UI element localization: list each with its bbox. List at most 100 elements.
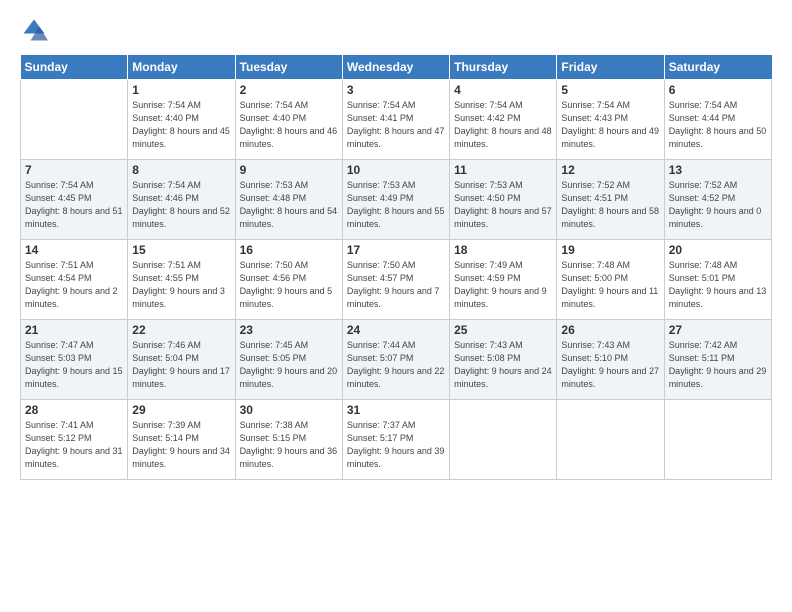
day-cell xyxy=(557,400,664,480)
day-info: Sunrise: 7:48 AM Sunset: 5:00 PM Dayligh… xyxy=(561,259,659,311)
header xyxy=(20,16,772,44)
day-number: 8 xyxy=(132,163,230,177)
day-info: Sunrise: 7:52 AM Sunset: 4:52 PM Dayligh… xyxy=(669,179,767,231)
day-info: Sunrise: 7:44 AM Sunset: 5:07 PM Dayligh… xyxy=(347,339,445,391)
page: SundayMondayTuesdayWednesdayThursdayFrid… xyxy=(0,0,792,612)
day-number: 26 xyxy=(561,323,659,337)
week-row-1: 1 Sunrise: 7:54 AM Sunset: 4:40 PM Daylig… xyxy=(21,80,772,160)
week-row-3: 14Sunrise: 7:51 AM Sunset: 4:54 PM Dayli… xyxy=(21,240,772,320)
header-cell-wednesday: Wednesday xyxy=(342,55,449,80)
day-info: Sunrise: 7:51 AM Sunset: 4:54 PM Dayligh… xyxy=(25,259,123,311)
day-number: 29 xyxy=(132,403,230,417)
day-cell: 15 Sunrise: 7:51 AM Sunset: 4:55 PM Dayli… xyxy=(128,240,235,320)
day-info: Sunrise: 7:45 AM Sunset: 5:05 PM Dayligh… xyxy=(240,339,338,391)
day-cell: 22 Sunrise: 7:46 AM Sunset: 5:04 PM Dayli… xyxy=(128,320,235,400)
day-cell: 4Sunrise: 7:54 AM Sunset: 4:42 PM Daylig… xyxy=(450,80,557,160)
day-cell: 18 Sunrise: 7:49 AM Sunset: 4:59 PM Dayli… xyxy=(450,240,557,320)
day-info: Sunrise: 7:54 AM Sunset: 4:40 PM Dayligh… xyxy=(132,99,230,151)
day-info: Sunrise: 7:43 AM Sunset: 5:08 PM Dayligh… xyxy=(454,339,552,391)
day-info: Sunrise: 7:42 AM Sunset: 5:11 PM Dayligh… xyxy=(669,339,767,391)
day-cell: 21 Sunrise: 7:47 AM Sunset: 5:03 PM Dayli… xyxy=(21,320,128,400)
day-cell: 16 Sunrise: 7:50 AM Sunset: 4:56 PM Dayli… xyxy=(235,240,342,320)
day-cell: 11Sunrise: 7:53 AM Sunset: 4:50 PM Dayli… xyxy=(450,160,557,240)
day-info: Sunrise: 7:54 AM Sunset: 4:42 PM Dayligh… xyxy=(454,99,552,151)
week-row-5: 28 Sunrise: 7:41 AM Sunset: 5:12 PM Dayli… xyxy=(21,400,772,480)
day-info: Sunrise: 7:50 AM Sunset: 4:57 PM Dayligh… xyxy=(347,259,445,311)
day-number: 27 xyxy=(669,323,767,337)
day-number: 18 xyxy=(454,243,552,257)
day-number: 5 xyxy=(561,83,659,97)
day-info: Sunrise: 7:54 AM Sunset: 4:43 PM Dayligh… xyxy=(561,99,659,151)
day-cell xyxy=(21,80,128,160)
day-info: Sunrise: 7:51 AM Sunset: 4:55 PM Dayligh… xyxy=(132,259,230,311)
day-cell: 14Sunrise: 7:51 AM Sunset: 4:54 PM Dayli… xyxy=(21,240,128,320)
day-info: Sunrise: 7:54 AM Sunset: 4:46 PM Dayligh… xyxy=(132,179,230,231)
day-cell: 17 Sunrise: 7:50 AM Sunset: 4:57 PM Dayli… xyxy=(342,240,449,320)
header-cell-sunday: Sunday xyxy=(21,55,128,80)
day-number: 1 xyxy=(132,83,230,97)
day-info: Sunrise: 7:54 AM Sunset: 4:40 PM Dayligh… xyxy=(240,99,338,151)
day-number: 20 xyxy=(669,243,767,257)
day-cell: 28 Sunrise: 7:41 AM Sunset: 5:12 PM Dayli… xyxy=(21,400,128,480)
day-cell: 12 Sunrise: 7:52 AM Sunset: 4:51 PM Dayli… xyxy=(557,160,664,240)
header-cell-tuesday: Tuesday xyxy=(235,55,342,80)
day-info: Sunrise: 7:54 AM Sunset: 4:45 PM Dayligh… xyxy=(25,179,123,231)
day-info: Sunrise: 7:49 AM Sunset: 4:59 PM Dayligh… xyxy=(454,259,552,311)
day-info: Sunrise: 7:53 AM Sunset: 4:48 PM Dayligh… xyxy=(240,179,338,231)
logo-icon xyxy=(20,16,48,44)
day-cell: 23 Sunrise: 7:45 AM Sunset: 5:05 PM Dayli… xyxy=(235,320,342,400)
day-cell: 5 Sunrise: 7:54 AM Sunset: 4:43 PM Daylig… xyxy=(557,80,664,160)
day-number: 28 xyxy=(25,403,123,417)
day-info: Sunrise: 7:38 AM Sunset: 5:15 PM Dayligh… xyxy=(240,419,338,471)
day-cell: 26 Sunrise: 7:43 AM Sunset: 5:10 PM Dayli… xyxy=(557,320,664,400)
header-cell-friday: Friday xyxy=(557,55,664,80)
day-cell: 30 Sunrise: 7:38 AM Sunset: 5:15 PM Dayli… xyxy=(235,400,342,480)
day-cell: 6 Sunrise: 7:54 AM Sunset: 4:44 PM Daylig… xyxy=(664,80,771,160)
day-info: Sunrise: 7:48 AM Sunset: 5:01 PM Dayligh… xyxy=(669,259,767,311)
day-info: Sunrise: 7:52 AM Sunset: 4:51 PM Dayligh… xyxy=(561,179,659,231)
day-cell: 10Sunrise: 7:53 AM Sunset: 4:49 PM Dayli… xyxy=(342,160,449,240)
day-cell: 7 Sunrise: 7:54 AM Sunset: 4:45 PM Daylig… xyxy=(21,160,128,240)
day-number: 19 xyxy=(561,243,659,257)
day-number: 3 xyxy=(347,83,445,97)
day-cell: 9 Sunrise: 7:53 AM Sunset: 4:48 PM Daylig… xyxy=(235,160,342,240)
day-info: Sunrise: 7:50 AM Sunset: 4:56 PM Dayligh… xyxy=(240,259,338,311)
day-number: 7 xyxy=(25,163,123,177)
day-info: Sunrise: 7:43 AM Sunset: 5:10 PM Dayligh… xyxy=(561,339,659,391)
day-number: 6 xyxy=(669,83,767,97)
day-cell: 3 Sunrise: 7:54 AM Sunset: 4:41 PM Daylig… xyxy=(342,80,449,160)
header-cell-saturday: Saturday xyxy=(664,55,771,80)
day-number: 31 xyxy=(347,403,445,417)
day-cell: 24Sunrise: 7:44 AM Sunset: 5:07 PM Dayli… xyxy=(342,320,449,400)
week-row-4: 21 Sunrise: 7:47 AM Sunset: 5:03 PM Dayli… xyxy=(21,320,772,400)
day-number: 25 xyxy=(454,323,552,337)
day-info: Sunrise: 7:53 AM Sunset: 4:50 PM Dayligh… xyxy=(454,179,552,231)
day-number: 23 xyxy=(240,323,338,337)
day-info: Sunrise: 7:39 AM Sunset: 5:14 PM Dayligh… xyxy=(132,419,230,471)
day-number: 21 xyxy=(25,323,123,337)
day-number: 17 xyxy=(347,243,445,257)
day-number: 16 xyxy=(240,243,338,257)
day-cell: 13 Sunrise: 7:52 AM Sunset: 4:52 PM Dayli… xyxy=(664,160,771,240)
day-number: 13 xyxy=(669,163,767,177)
day-cell: 25 Sunrise: 7:43 AM Sunset: 5:08 PM Dayli… xyxy=(450,320,557,400)
day-number: 22 xyxy=(132,323,230,337)
day-cell: 27 Sunrise: 7:42 AM Sunset: 5:11 PM Dayli… xyxy=(664,320,771,400)
day-number: 9 xyxy=(240,163,338,177)
day-number: 12 xyxy=(561,163,659,177)
day-info: Sunrise: 7:54 AM Sunset: 4:41 PM Dayligh… xyxy=(347,99,445,151)
day-info: Sunrise: 7:37 AM Sunset: 5:17 PM Dayligh… xyxy=(347,419,445,471)
day-cell xyxy=(664,400,771,480)
day-info: Sunrise: 7:41 AM Sunset: 5:12 PM Dayligh… xyxy=(25,419,123,471)
day-cell: 1 Sunrise: 7:54 AM Sunset: 4:40 PM Daylig… xyxy=(128,80,235,160)
calendar-table: SundayMondayTuesdayWednesdayThursdayFrid… xyxy=(20,54,772,480)
header-cell-thursday: Thursday xyxy=(450,55,557,80)
day-number: 30 xyxy=(240,403,338,417)
day-info: Sunrise: 7:46 AM Sunset: 5:04 PM Dayligh… xyxy=(132,339,230,391)
day-number: 15 xyxy=(132,243,230,257)
day-cell: 2Sunrise: 7:54 AM Sunset: 4:40 PM Daylig… xyxy=(235,80,342,160)
day-info: Sunrise: 7:47 AM Sunset: 5:03 PM Dayligh… xyxy=(25,339,123,391)
day-number: 10 xyxy=(347,163,445,177)
header-row: SundayMondayTuesdayWednesdayThursdayFrid… xyxy=(21,55,772,80)
day-info: Sunrise: 7:54 AM Sunset: 4:44 PM Dayligh… xyxy=(669,99,767,151)
